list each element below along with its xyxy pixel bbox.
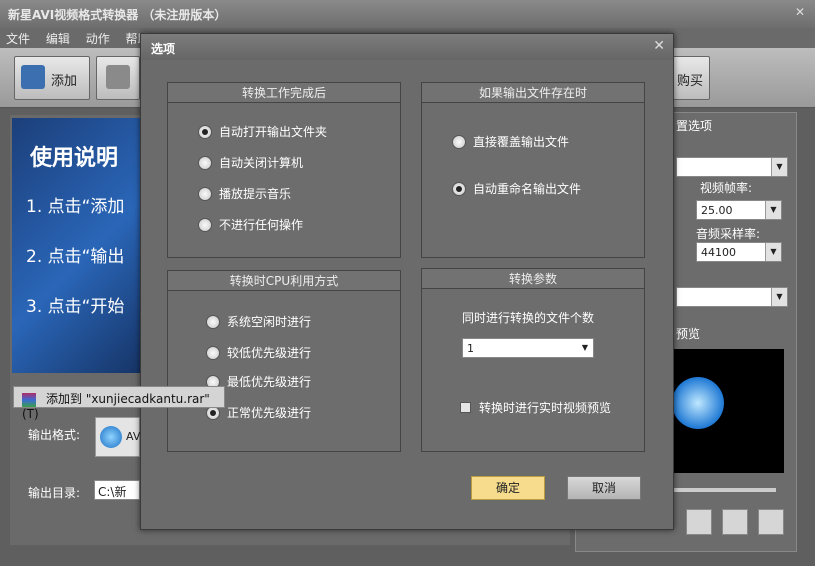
radio-label: 系统空闲时进行 [227, 315, 312, 329]
radio-dot [452, 134, 466, 149]
dialog-title: 选项 [151, 42, 176, 56]
concurrent-label: 同时进行转换的文件个数 [462, 311, 595, 325]
radio-label: 较低优先级进行 [227, 346, 312, 360]
options-dialog: 选项 ✕ 转换工作完成后 自动打开输出文件夹 自动关闭计算机 播放提示音乐 不进… [140, 33, 674, 530]
sample-rate-label: 音频采样率: [696, 227, 761, 241]
ok-button[interactable]: 确定 [471, 476, 545, 500]
frame-rate-value: 25.00 [701, 204, 733, 217]
output-format-button[interactable]: AV [95, 417, 140, 457]
preview-title: 预览 [676, 327, 701, 341]
radio-label: 最低优先级进行 [227, 375, 312, 389]
banner-step-2: 2. 点击“输出 [26, 247, 125, 267]
radio-overwrite[interactable]: 直接覆盖输出文件 [452, 133, 569, 150]
concurrent-combo[interactable]: 1 ▼ [462, 338, 594, 358]
radio-low-priority[interactable]: 较低优先级进行 [206, 344, 311, 361]
if-exists-title: 如果输出文件存在时 [422, 83, 644, 103]
add-button-label: 添加 [51, 74, 78, 89]
radio-label: 自动打开输出文件夹 [219, 125, 328, 139]
add-button[interactable]: 添加 [14, 56, 90, 100]
output-format-value: AV [126, 430, 141, 443]
film-add-icon [21, 65, 45, 89]
radio-auto-rename[interactable]: 自动重命名输出文件 [452, 180, 581, 197]
cancel-button[interactable]: 取消 [567, 476, 641, 500]
banner-heading: 使用说明 [30, 146, 119, 171]
cpu-mode-group: 转换时CPU利用方式 系统空闲时进行 较低优先级进行 最低优先级进行 正常优先级… [167, 270, 401, 452]
buy-button[interactable]: 购买 [668, 56, 710, 100]
radio-dot [198, 155, 212, 170]
audio-combo[interactable]: ▼ [676, 287, 788, 307]
settings-title: 置选项 [676, 119, 713, 133]
menu-edit[interactable]: 编辑 [40, 28, 76, 49]
after-complete-group: 转换工作完成后 自动打开输出文件夹 自动关闭计算机 播放提示音乐 不进行任何操作 [167, 82, 401, 258]
film-remove-icon [106, 65, 130, 89]
params-group: 转换参数 同时进行转换的文件个数 1 ▼ 转换时进行实时视频预览 [421, 268, 645, 452]
chevron-down-icon: ▼ [765, 243, 781, 261]
archive-icon [22, 392, 36, 407]
radio-open-folder[interactable]: 自动打开输出文件夹 [198, 123, 327, 140]
radio-label: 直接覆盖输出文件 [473, 135, 570, 149]
radio-dot [206, 314, 220, 329]
output-dir-field[interactable]: C:\新星 [94, 480, 140, 500]
output-dir-label: 输出目录: [28, 486, 81, 500]
cpu-mode-title: 转换时CPU利用方式 [168, 271, 400, 291]
params-title: 转换参数 [422, 269, 644, 289]
concurrent-value: 1 [467, 342, 474, 355]
frame-rate-label: 视频帧率: [700, 181, 753, 195]
radio-dot [198, 217, 212, 232]
radio-play-sound[interactable]: 播放提示音乐 [198, 185, 291, 202]
banner-step-1: 1. 点击“添加 [26, 197, 125, 217]
chevron-down-icon: ▼ [765, 201, 781, 219]
radio-label: 正常优先级进行 [227, 406, 312, 420]
realtime-preview-label: 转换时进行实时视频预览 [479, 401, 612, 415]
main-close-icon[interactable]: ✕ [795, 5, 805, 19]
radio-dot [198, 124, 212, 139]
frame-rate-combo[interactable]: 25.00 ▼ [696, 200, 782, 220]
context-menu-item[interactable]: 添加到 "xunjiecadkantu.rar"(T) [13, 386, 225, 421]
radio-label: 自动重命名输出文件 [473, 182, 582, 196]
sample-rate-value: 44100 [701, 246, 736, 259]
preview-seek-bar[interactable] [666, 488, 776, 492]
chevron-down-icon: ▼ [771, 288, 787, 306]
chevron-down-icon: ▼ [577, 339, 593, 357]
banner-step-3: 3. 点击“开始 [26, 297, 125, 317]
radio-idle[interactable]: 系统空闲时进行 [206, 313, 311, 330]
dialog-close-icon[interactable]: ✕ [653, 38, 665, 54]
menu-action[interactable]: 动作 [80, 28, 116, 49]
radio-dot [452, 181, 466, 196]
remove-button[interactable] [96, 56, 140, 100]
menu-file[interactable]: 文件 [0, 28, 36, 49]
volume-icon[interactable] [686, 509, 712, 535]
chevron-down-icon: ▼ [771, 158, 787, 176]
radio-label: 自动关闭计算机 [219, 156, 304, 170]
instructions-banner: 使用说明 1. 点击“添加 2. 点击“输出 3. 点击“开始 [12, 118, 142, 373]
sample-rate-combo[interactable]: 44100 ▼ [696, 242, 782, 262]
radio-dot [206, 345, 220, 360]
dialog-title-bar: 选项 [141, 34, 673, 60]
realtime-preview-checkbox[interactable]: 转换时进行实时视频预览 [460, 399, 611, 416]
video-preview [666, 349, 784, 473]
output-format-label: 输出格式: [28, 428, 81, 442]
main-title: 新星AVI视频格式转换器 （未注册版本） [8, 8, 227, 22]
buy-button-label: 购买 [677, 74, 704, 89]
folder-icon[interactable] [758, 509, 784, 535]
checkbox-box [460, 402, 471, 413]
if-exists-group: 如果输出文件存在时 直接覆盖输出文件 自动重命名输出文件 [421, 82, 645, 258]
after-complete-title: 转换工作完成后 [168, 83, 400, 103]
radio-label: 不进行任何操作 [219, 218, 304, 232]
radio-label: 播放提示音乐 [219, 187, 292, 201]
main-title-bar: 新星AVI视频格式转换器 （未注册版本） ✕ [0, 0, 815, 28]
radio-do-nothing[interactable]: 不进行任何操作 [198, 216, 303, 233]
play-icon[interactable] [672, 377, 724, 429]
radio-shutdown[interactable]: 自动关闭计算机 [198, 154, 303, 171]
play-icon [100, 426, 122, 448]
camera-icon[interactable] [722, 509, 748, 535]
radio-dot [198, 186, 212, 201]
format-combo[interactable]: ▼ [676, 157, 788, 177]
